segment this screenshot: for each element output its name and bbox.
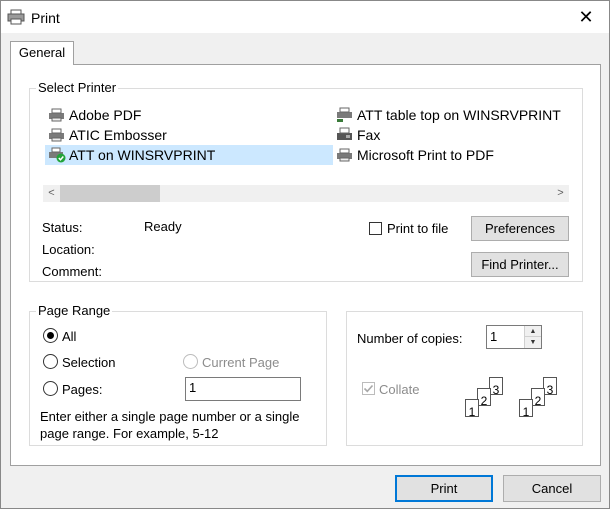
- copies-value[interactable]: 1: [490, 329, 497, 344]
- sheet-number: 2: [480, 394, 488, 408]
- printer-name: ATT on WINSRVPRINT: [69, 147, 216, 163]
- chevron-left-icon: <: [48, 187, 55, 199]
- window-title: Print: [31, 10, 60, 26]
- close-icon: ✕: [578, 6, 594, 27]
- collate-sheet-3: 3: [489, 377, 503, 397]
- collate-sheet-1: 1: [465, 399, 479, 419]
- tab-general[interactable]: General: [10, 41, 74, 65]
- page-range-label: Page Range: [36, 303, 113, 318]
- collate-sheet-3b: 3: [543, 377, 557, 397]
- printer-item-adobe-pdf[interactable]: Adobe PDF: [47, 105, 141, 125]
- comment-label: Comment:: [42, 264, 102, 279]
- sheet-number: 3: [546, 383, 554, 397]
- copies-down-button[interactable]: ▼: [524, 337, 541, 348]
- radio-current-page-label[interactable]: Current Page: [202, 355, 279, 370]
- collate-label[interactable]: Collate: [379, 382, 419, 397]
- copies-group: Number of copies: 1 ▲ ▼ Collate 3 2 1 3 …: [346, 311, 583, 446]
- printer-name: Microsoft Print to PDF: [357, 147, 494, 163]
- radio-all[interactable]: [43, 328, 58, 343]
- location-label: Location:: [42, 242, 95, 257]
- radio-all-label[interactable]: All: [62, 329, 76, 344]
- printer-icon: [47, 107, 67, 123]
- sheet-number: 1: [522, 405, 530, 419]
- print-button[interactable]: Print: [395, 475, 493, 502]
- fax-icon: [335, 127, 355, 143]
- close-button[interactable]: ✕: [563, 1, 609, 33]
- status-label: Status:: [42, 220, 83, 235]
- printer-item-atic-embosser[interactable]: ATIC Embosser: [47, 125, 167, 145]
- collate-illustration: 3 2 1 3 2 1: [457, 370, 572, 430]
- printer-icon: [7, 9, 25, 25]
- printer-icon: [47, 127, 67, 143]
- print-dialog: Print ✕ General Select Printer Adobe PDF: [0, 0, 610, 509]
- radio-pages-label[interactable]: Pages:: [62, 382, 102, 397]
- status-value: Ready: [144, 219, 182, 234]
- tab-panel-general: Select Printer Adobe PDF ATIC Embosser A…: [10, 64, 601, 466]
- scroll-left-button[interactable]: <: [43, 185, 60, 202]
- preferences-button[interactable]: Preferences: [471, 216, 569, 241]
- radio-selection[interactable]: [43, 354, 58, 369]
- page-range-group: Page Range All Selection Current Page Pa…: [29, 303, 327, 446]
- printer-item-att-on-winsrvprint[interactable]: ATT on WINSRVPRINT: [45, 145, 333, 165]
- chevron-right-icon: >: [557, 187, 564, 199]
- network-printer-default-icon: [47, 147, 67, 163]
- printer-icon: [335, 147, 355, 163]
- number-of-copies-label: Number of copies:: [357, 331, 463, 346]
- collate-sheet-1b: 1: [519, 399, 533, 419]
- title-bar: Print ✕: [1, 1, 609, 33]
- page-range-help-line2: page range. For example, 5-12: [40, 426, 219, 441]
- sheet-number: 1: [468, 405, 476, 419]
- printer-name: ATIC Embosser: [69, 127, 167, 143]
- pages-input[interactable]: 1: [185, 377, 301, 401]
- print-to-file-checkbox[interactable]: [369, 222, 382, 235]
- collate-sheet-2: 2: [477, 388, 491, 408]
- scrollbar-thumb[interactable]: [60, 185, 160, 202]
- printer-name: Fax: [357, 127, 381, 143]
- sheet-number: 3: [492, 383, 500, 397]
- select-printer-label: Select Printer: [36, 80, 119, 95]
- sheet-number: 2: [534, 394, 542, 408]
- network-printer-icon: [335, 107, 355, 123]
- find-printer-button[interactable]: Find Printer...: [471, 252, 569, 277]
- printer-item-att-table-top[interactable]: ATT table top on WINSRVPRINT: [335, 105, 561, 125]
- radio-current-page[interactable]: [183, 354, 198, 369]
- select-printer-group: Select Printer Adobe PDF ATIC Embosser A…: [29, 80, 583, 282]
- copies-up-button[interactable]: ▲: [524, 326, 541, 337]
- print-to-file-label[interactable]: Print to file: [387, 221, 448, 236]
- cancel-button[interactable]: Cancel: [503, 475, 601, 502]
- radio-selection-label[interactable]: Selection: [62, 355, 115, 370]
- printer-list[interactable]: Adobe PDF ATIC Embosser ATT on WINSRVPRI…: [42, 101, 570, 189]
- copies-stepper[interactable]: 1 ▲ ▼: [486, 325, 542, 349]
- page-range-help: Enter either a single page number or a s…: [40, 408, 299, 442]
- printer-item-microsoft-print-to-pdf[interactable]: Microsoft Print to PDF: [335, 145, 494, 165]
- printer-name: ATT table top on WINSRVPRINT: [357, 107, 561, 123]
- printer-list-scrollbar[interactable]: < >: [43, 185, 569, 202]
- collate-checkbox[interactable]: [362, 382, 375, 395]
- checkmark-icon: [363, 384, 374, 393]
- printer-item-fax[interactable]: Fax: [335, 125, 380, 145]
- collate-sheet-2b: 2: [531, 388, 545, 408]
- scroll-right-button[interactable]: >: [552, 185, 569, 202]
- radio-pages[interactable]: [43, 381, 58, 396]
- printer-name: Adobe PDF: [69, 107, 142, 123]
- page-range-help-line1: Enter either a single page number or a s…: [40, 409, 300, 424]
